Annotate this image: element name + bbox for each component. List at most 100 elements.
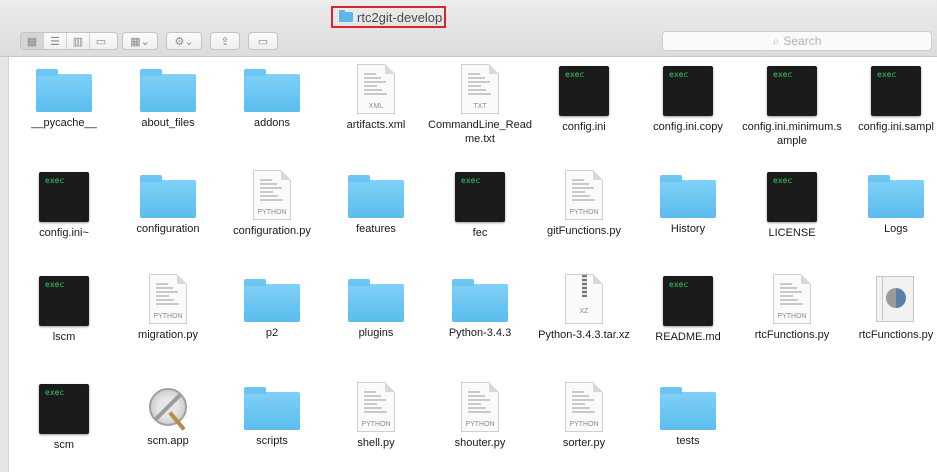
- file-name: shouter.py: [454, 437, 506, 449]
- file-item[interactable]: PYTHON migration.py: [116, 270, 220, 342]
- search-field[interactable]: ⌕ Search: [662, 31, 932, 51]
- file-name: scripts: [256, 435, 288, 447]
- file-item[interactable]: PYTHON shouter.py: [428, 378, 532, 450]
- file-item[interactable]: exec config.ini.minimum.sample: [740, 60, 844, 148]
- file-item[interactable]: exec LICENSE: [740, 166, 844, 240]
- folder-icon: [452, 279, 508, 322]
- file-name: p2: [265, 327, 279, 339]
- file-name: Python-3.4.3.tar.xz: [538, 329, 630, 341]
- folder-icon: [348, 175, 404, 218]
- folder-icon: [244, 387, 300, 430]
- file-item[interactable]: __pycache__: [12, 60, 116, 130]
- chevron-down-icon: ⌄: [184, 35, 194, 48]
- file-item[interactable]: XZ Python-3.4.3.tar.xz: [532, 270, 636, 342]
- file-name: lscm: [52, 331, 76, 343]
- file-item[interactable]: addons: [220, 60, 324, 130]
- file-name: scm: [53, 439, 75, 451]
- file-item[interactable]: scm.app: [116, 378, 220, 448]
- file-item[interactable]: PYTHON sorter.py: [532, 378, 636, 450]
- terminal-exec-icon: exec: [663, 276, 713, 326]
- file-item[interactable]: exec config.ini: [532, 60, 636, 134]
- file-item[interactable]: p2: [220, 270, 324, 340]
- file-name: artifacts.xml: [346, 119, 406, 131]
- terminal-exec-icon: exec: [39, 384, 89, 434]
- document-icon: PYTHON: [149, 274, 187, 324]
- file-item[interactable]: exec config.ini.copy: [636, 60, 740, 134]
- terminal-exec-icon: exec: [663, 66, 713, 116]
- file-name: tests: [676, 435, 700, 447]
- document-icon: PYTHON: [773, 274, 811, 324]
- action-button[interactable]: ⚙ ⌄: [166, 32, 202, 50]
- terminal-exec-icon: exec: [767, 172, 817, 222]
- tag-icon: ▭: [257, 35, 269, 48]
- archive-file-icon: XZ: [565, 274, 603, 324]
- file-item[interactable]: exec config.ini.sampl: [844, 60, 937, 134]
- file-item[interactable]: about_files: [116, 60, 220, 130]
- file-name: config.ini~: [39, 227, 89, 239]
- folder-icon: [244, 279, 300, 322]
- file-item[interactable]: scripts: [220, 378, 324, 448]
- icon-view-icon[interactable]: ▦: [21, 33, 44, 49]
- share-icon: ⇪: [220, 35, 230, 48]
- folder-icon: [36, 69, 92, 112]
- folder-icon: [660, 175, 716, 218]
- folder-icon: [140, 175, 196, 218]
- terminal-exec-icon: exec: [39, 276, 89, 326]
- window-title: rtc2git-develop: [331, 6, 446, 28]
- terminal-exec-icon: exec: [767, 66, 817, 116]
- arrange-button[interactable]: ▦ ⌄: [122, 32, 158, 50]
- file-item[interactable]: PYTHON gitFunctions.py: [532, 166, 636, 238]
- file-name: migration.py: [138, 329, 198, 341]
- file-name: README.md: [655, 331, 721, 343]
- file-name: scm.app: [147, 435, 189, 447]
- tags-button[interactable]: ▭: [248, 32, 278, 50]
- file-name: shell.py: [357, 437, 395, 449]
- file-item[interactable]: Logs: [844, 166, 937, 236]
- column-view-icon[interactable]: ▥: [67, 33, 90, 49]
- file-name: about_files: [141, 117, 195, 129]
- file-item[interactable]: TXT CommandLine_Readme.txt: [428, 60, 532, 146]
- file-name: configuration: [136, 223, 200, 235]
- file-item[interactable]: PYTHON shell.py: [324, 378, 428, 450]
- file-item[interactable]: exec fec: [428, 166, 532, 240]
- file-item[interactable]: exec lscm: [12, 270, 116, 344]
- file-item[interactable]: plugins: [324, 270, 428, 340]
- file-item[interactable]: XML artifacts.xml: [324, 60, 428, 132]
- file-name: addons: [253, 117, 291, 129]
- folder-icon: [868, 175, 924, 218]
- folder-icon: [140, 69, 196, 112]
- share-button[interactable]: ⇪: [210, 32, 240, 50]
- file-item[interactable]: PYTHON rtcFunctions.py: [740, 270, 844, 342]
- file-item[interactable]: rtcFunctions.py: [844, 270, 937, 342]
- list-view-icon[interactable]: ☰: [44, 33, 67, 49]
- file-item[interactable]: configuration: [116, 166, 220, 236]
- view-mode-switcher[interactable]: ▦ ☰ ▥ ▭: [20, 32, 118, 50]
- file-name: config.ini.sampl: [858, 121, 934, 133]
- file-name: config.ini.copy: [653, 121, 723, 133]
- cover-flow-icon[interactable]: ▭: [90, 33, 112, 49]
- file-item[interactable]: exec README.md: [636, 270, 740, 344]
- terminal-exec-icon: exec: [455, 172, 505, 222]
- arrange-icon: ▦: [130, 35, 141, 48]
- terminal-exec-icon: exec: [559, 66, 609, 116]
- file-item[interactable]: Python-3.4.3: [428, 270, 532, 340]
- file-item[interactable]: PYTHON configuration.py: [220, 166, 324, 238]
- terminal-exec-icon: exec: [39, 172, 89, 222]
- file-item[interactable]: features: [324, 166, 428, 236]
- file-item[interactable]: exec config.ini~: [12, 166, 116, 240]
- file-name: Python-3.4.3: [448, 327, 512, 339]
- document-icon: PYTHON: [461, 382, 499, 432]
- file-name: features: [356, 223, 396, 235]
- file-name: config.ini: [562, 121, 606, 133]
- terminal-exec-icon: exec: [871, 66, 921, 116]
- file-name: fec: [472, 227, 488, 239]
- file-item[interactable]: History: [636, 166, 740, 236]
- folder-icon: [660, 387, 716, 430]
- file-item[interactable]: tests: [636, 378, 740, 448]
- search-icon: ⌕: [772, 33, 780, 48]
- gear-icon: ⚙: [174, 35, 185, 48]
- file-name: plugins: [358, 327, 394, 339]
- chevron-down-icon: ⌄: [140, 35, 150, 48]
- search-placeholder: Search: [783, 34, 822, 48]
- file-item[interactable]: exec scm: [12, 378, 116, 452]
